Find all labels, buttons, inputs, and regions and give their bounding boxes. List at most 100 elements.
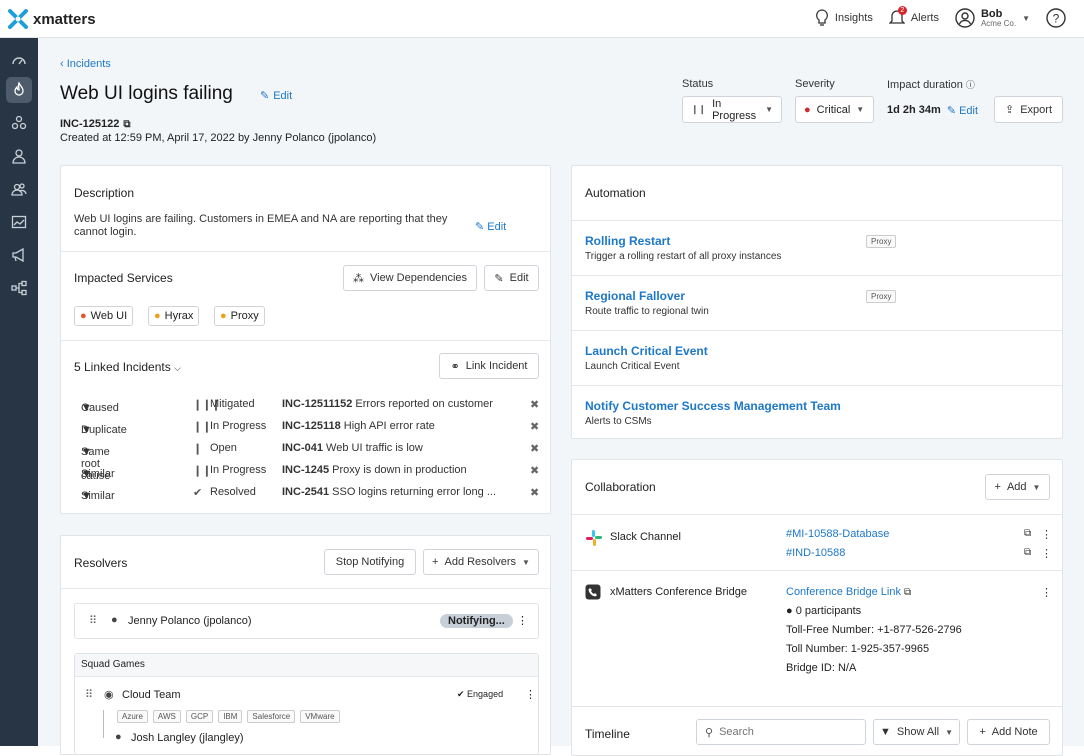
show-all-dropdown[interactable]: ▼ Show All ▼: [873, 719, 960, 745]
sidebar-item-analytics[interactable]: [6, 209, 32, 235]
automation-item-sub: Trigger a rolling restart of all proxy i…: [585, 251, 782, 262]
alerts-badge: 2: [897, 6, 907, 15]
remove-icon[interactable]: ✖: [530, 486, 539, 499]
help-icon[interactable]: ?: [1046, 8, 1066, 28]
alerts-label: Alerts: [910, 12, 939, 24]
sidebar-item-messaging[interactable]: [6, 242, 32, 268]
stop-notifying-button[interactable]: Stop Notifying: [324, 549, 416, 575]
search-icon: ⚲: [705, 726, 714, 739]
linked-incident[interactable]: INC-125118 High API error rate: [282, 420, 435, 432]
tag: VMware: [300, 710, 340, 723]
service-chip-web-ui[interactable]: ● Web UI: [74, 306, 134, 326]
description-text: Web UI logins are failing. Customers in …: [74, 213, 448, 238]
automation-item-title[interactable]: Notify Customer Success Management Team: [585, 399, 841, 413]
status-dropdown[interactable]: ❙❙ In Progress ▼: [682, 96, 782, 123]
add-resolvers-button[interactable]: + Add Resolvers ▼: [423, 549, 539, 575]
breadcrumb-incidents[interactable]: Incidents: [67, 58, 111, 70]
resolver-person-row[interactable]: ⠿ ● Jenny Polanco (jpolanco) Notifying..…: [74, 603, 539, 639]
automation-item-title[interactable]: Launch Critical Event: [585, 344, 708, 358]
sidebar-item-incidents[interactable]: [6, 77, 32, 103]
linked-incident-row[interactable]: Duplicate ▼ ❙❙ In Progress INC-125118 High …: [61, 416, 550, 438]
remove-icon[interactable]: ✖: [530, 442, 539, 455]
slack-channel-link[interactable]: #MI-10588-Database: [786, 528, 889, 540]
linked-incident[interactable]: INC-1245 Proxy is down in production: [282, 464, 467, 476]
remove-icon[interactable]: ✖: [530, 398, 539, 411]
description-edit-button[interactable]: ✎ Edit: [475, 220, 506, 233]
collab-add-button[interactable]: + Add ▼: [985, 474, 1050, 500]
linked-incident-row[interactable]: Similar ▼ ✔ Resolved INC-2541 SSO logins re…: [61, 482, 550, 504]
automation-item[interactable]: Launch Critical Event Launch Critical Eve…: [572, 330, 1062, 385]
copy-icon[interactable]: ⧉: [904, 587, 911, 598]
team-name: Cloud Team: [122, 689, 181, 701]
insights-link[interactable]: Insights: [815, 9, 873, 27]
timeline-title: Timeline: [585, 727, 630, 741]
linked-incidents-title[interactable]: 5 Linked Incidents ⌵: [74, 360, 181, 374]
add-note-button[interactable]: + Add Note: [967, 719, 1050, 745]
sidebar-item-groups[interactable]: [6, 110, 32, 136]
linked-incident[interactable]: INC-12511152 Errors reported on customer: [282, 398, 493, 410]
linked-incident-row[interactable]: Similar ▼ ❙❙ In Progress INC-1245 Proxy is …: [61, 460, 550, 482]
impact-edit-button[interactable]: ✎ Edit: [947, 104, 978, 117]
description-edit-label: Edit: [487, 221, 507, 233]
severity-dropdown[interactable]: ● Critical ▼: [795, 96, 874, 123]
linked-status: Mitigated: [210, 398, 255, 410]
service-chip-proxy[interactable]: ● Proxy: [214, 306, 265, 326]
linked-id: INC-2541: [282, 486, 330, 498]
alerts-link[interactable]: 2 Alerts: [888, 6, 939, 27]
logo[interactable]: xmatters: [8, 9, 96, 29]
show-all-label: Show All: [896, 726, 940, 738]
more-icon[interactable]: ⋮: [517, 614, 528, 627]
copy-icon[interactable]: ⧉: [1024, 528, 1031, 539]
info-icon[interactable]: ⓘ: [966, 80, 975, 90]
automation-item-title[interactable]: Rolling Restart: [585, 234, 670, 248]
linked-incident-row[interactable]: Caused ▼ ❙❙❙ Mitigated INC-12511152 Errors …: [61, 394, 550, 416]
conference-bridge-link[interactable]: Conference Bridge Link ⧉: [786, 586, 911, 598]
linked-status: In Progress: [210, 420, 267, 432]
collaboration-card: Collaboration + Add ▼ Slack Channel #MI-10…: [571, 459, 1063, 721]
sidebar-item-workflows[interactable]: [6, 275, 32, 301]
impact-value: 1d 2h 34m: [887, 104, 941, 116]
workflow-icon: [11, 280, 27, 296]
drag-handle-icon[interactable]: ⠿: [89, 614, 97, 627]
linked-incident[interactable]: INC-2541 SSO logins returning error long…: [282, 486, 496, 498]
automation-item[interactable]: Rolling Restart Trigger a rolling restart…: [572, 220, 1062, 275]
member-name: Josh Langley (jlangley): [131, 732, 244, 744]
slack-icon: [586, 530, 602, 546]
link-incident-button[interactable]: ⚭ Link Incident: [439, 353, 539, 379]
plus-icon: +: [432, 556, 439, 568]
user-icon: ●: [786, 605, 793, 617]
sidebar-item-teams[interactable]: [6, 176, 32, 202]
automation-item[interactable]: Notify Customer Success Management Team A…: [572, 385, 1062, 440]
automation-item-title[interactable]: Regional Fallover: [585, 289, 685, 303]
more-icon[interactable]: ⋮: [1041, 547, 1052, 560]
sidebar-item-users[interactable]: [6, 143, 32, 169]
copy-icon[interactable]: ⧉: [123, 119, 130, 130]
linked-incident[interactable]: INC-041 Web UI traffic is low: [282, 442, 423, 454]
view-dependencies-button[interactable]: ⁂ View Dependencies: [343, 265, 477, 291]
collab-add-label: Add: [1006, 481, 1027, 493]
slack-channel-link[interactable]: #IND-10588: [786, 547, 845, 559]
insights-label: Insights: [834, 12, 873, 24]
linked-incident-row[interactable]: Same root cause ▼ ❙ Open INC-041 Web UI tra…: [61, 438, 550, 482]
services-edit-button[interactable]: ✎ Edit: [484, 265, 539, 291]
progress-icon: ❙❙: [691, 104, 707, 114]
linked-id: INC-125118: [282, 420, 341, 432]
more-icon[interactable]: ⋮: [525, 688, 536, 701]
automation-item[interactable]: Regional Fallover Route traffic to region…: [572, 275, 1062, 330]
more-icon[interactable]: ⋮: [1041, 528, 1052, 541]
drag-handle-icon[interactable]: ⠿: [85, 688, 93, 701]
copy-icon[interactable]: ⧉: [1024, 547, 1031, 558]
breadcrumb[interactable]: ‹ Incidents: [60, 58, 111, 70]
timeline-search[interactable]: ⚲: [696, 719, 866, 745]
pencil-icon: ✎: [260, 90, 270, 102]
dependency-icon: ⁂: [352, 272, 364, 285]
service-chip-hyrax[interactable]: ● Hyrax: [148, 306, 200, 326]
remove-icon[interactable]: ✖: [530, 464, 539, 477]
sidebar-item-dashboard[interactable]: [6, 47, 32, 73]
search-input[interactable]: [719, 726, 850, 738]
user-menu[interactable]: Bob Acme Co. ▼: [955, 8, 1030, 28]
title-edit-button[interactable]: ✎ Edit: [260, 89, 292, 103]
export-button[interactable]: ⇪ Export: [994, 96, 1063, 123]
remove-icon[interactable]: ✖: [530, 420, 539, 433]
more-icon[interactable]: ⋮: [1041, 586, 1052, 599]
